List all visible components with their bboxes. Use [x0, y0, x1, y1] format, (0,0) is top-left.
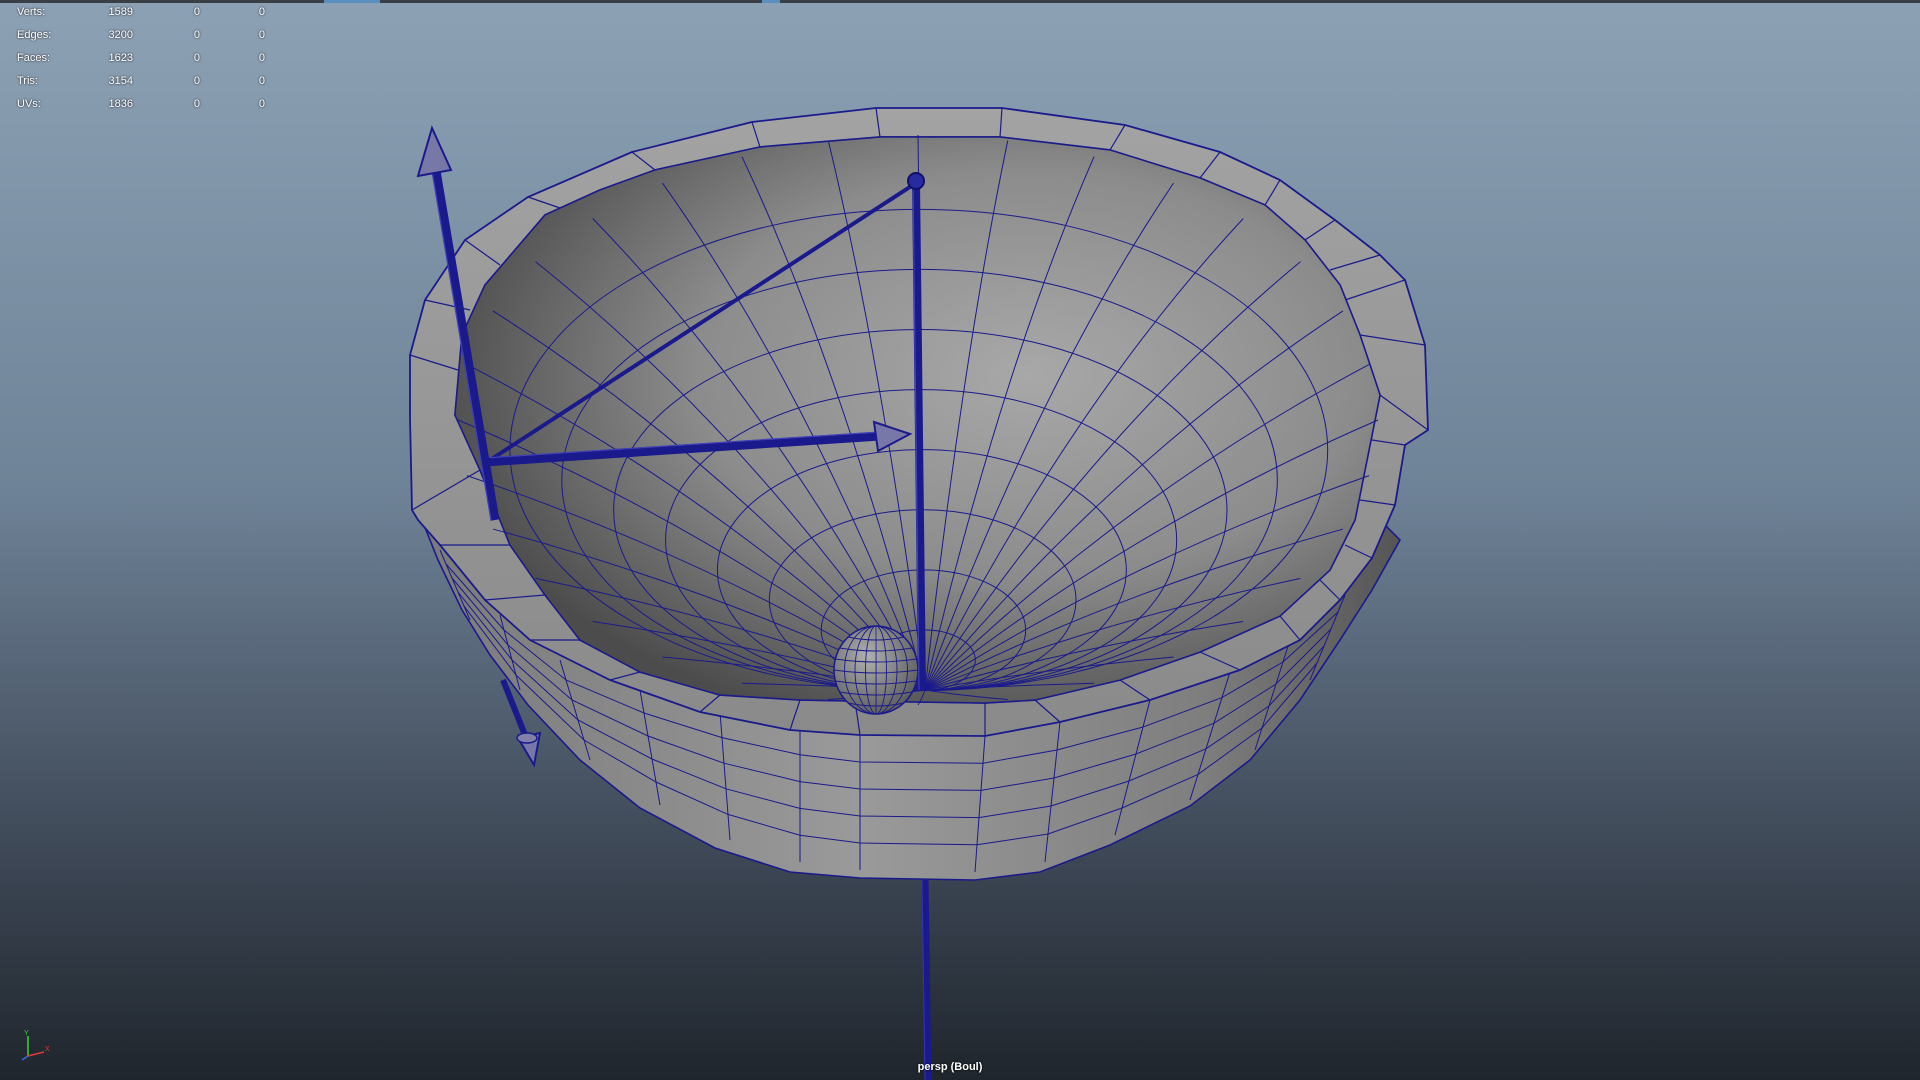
hud-value: 0 [258, 29, 265, 41]
hud-label: Edges: [17, 29, 52, 41]
axis-indicator-icon: Y X [21, 1030, 50, 1061]
hud-value: 0 [193, 29, 200, 41]
poly-count-hud: Verts: 1589 0 0 Edges: 3200 0 0 Faces: 1623 0 0 Tris… [0, 0, 300, 116]
hud-value: 0 [193, 6, 200, 18]
hud-label: UVs: [17, 98, 41, 110]
hud-value: 1623 [108, 52, 133, 64]
hud-row: Edges: 3200 0 0 [0, 26, 300, 44]
hud-value: 3154 [108, 75, 133, 87]
axis-y-label: Y [24, 1030, 29, 1037]
hud-row: Faces: 1623 0 0 [0, 49, 300, 67]
hud-label: Verts: [17, 6, 46, 18]
hud-value: 0 [193, 75, 200, 87]
viewport-panel[interactable]: Verts: 1589 0 0 Edges: 3200 0 0 Faces: 1623 0 0 Tris… [0, 0, 1920, 1080]
axis-x-label: X [45, 1046, 50, 1053]
hud-value: 0 [258, 52, 265, 64]
hud-value: 0 [193, 52, 200, 64]
hud-row: UVs: 1836 0 0 [0, 95, 300, 113]
scene-view[interactable] [0, 0, 1920, 1080]
hud-value: 0 [193, 98, 200, 110]
hud-label: Tris: [17, 75, 38, 87]
hud-value: 0 [258, 75, 265, 87]
hud-row: Verts: 1589 0 0 [0, 3, 300, 21]
pivot-stem [921, 879, 932, 1080]
hud-value: 1836 [108, 98, 133, 110]
hud-label: Faces: [17, 52, 51, 64]
camera-label: persp (Boul) [917, 1061, 983, 1073]
hud-value: 3200 [108, 29, 133, 41]
hud-value: 0 [258, 6, 265, 18]
hud-value: 1589 [108, 6, 133, 18]
sphere-object[interactable] [833, 625, 919, 715]
hud-row: Tris: 3154 0 0 [0, 72, 300, 90]
hud-value: 0 [258, 98, 265, 110]
